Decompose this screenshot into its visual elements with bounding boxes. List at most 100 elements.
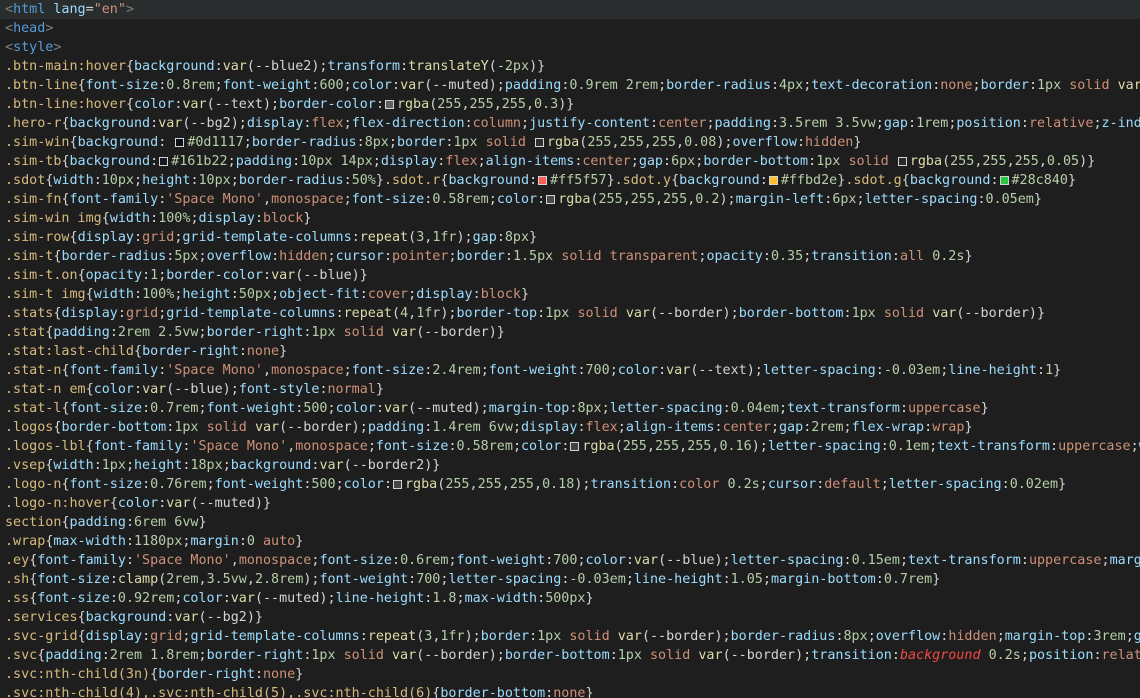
- code-token: ;: [577, 553, 586, 568]
- code-token: ;: [198, 401, 207, 416]
- code-token: .sdot.y: [614, 173, 672, 188]
- code-token: letter-spacing: [762, 363, 876, 378]
- code-token: none: [553, 686, 586, 698]
- color-swatch[interactable]: [999, 176, 1009, 185]
- code-token: line-height: [335, 591, 425, 606]
- code-token: {: [61, 477, 70, 492]
- code-token: 1fr: [432, 230, 457, 245]
- code-token: column: [472, 116, 521, 131]
- code-token: }: [853, 135, 862, 150]
- color-swatch[interactable]: [897, 157, 907, 166]
- code-token: border: [480, 629, 530, 644]
- code-token: ;: [222, 458, 231, 473]
- color-swatch[interactable]: [570, 442, 580, 451]
- code-token: ;: [327, 249, 336, 264]
- code-token: ;: [867, 629, 876, 644]
- code-line[interactable]: section{padding:6rem 6vw}: [0, 513, 1140, 532]
- code-line[interactable]: .stat:last-child{border-right:none}: [0, 342, 1140, 361]
- code-line[interactable]: .svc{padding:2rem 1.8rem;border-right:1p…: [0, 646, 1140, 665]
- code-token: #ffbd2e: [780, 173, 838, 188]
- code-line[interactable]: <head>: [0, 19, 1140, 38]
- code-token: var: [383, 401, 409, 416]
- code-token: .sdot.g: [845, 173, 902, 188]
- code-line[interactable]: .sim-t img{width:100%;height:50px;object…: [0, 285, 1140, 304]
- code-token: ;: [880, 477, 889, 492]
- code-token: background: [134, 59, 215, 74]
- color-swatch[interactable]: [546, 195, 556, 204]
- code-line[interactable]: .stat-n{font-family: 'Space Mono',monospa…: [0, 361, 1140, 380]
- code-line[interactable]: .sim-t{border-radius:5px;overflow:hidden…: [0, 247, 1140, 266]
- color-swatch[interactable]: [535, 138, 544, 147]
- code-token: :: [238, 344, 247, 359]
- code-token: :: [808, 154, 817, 169]
- code-line[interactable]: .sim-win{background: #0d1117;border-radi…: [0, 133, 1140, 152]
- code-line[interactable]: .sim-t.on{opacity:1;border-color:var(--b…: [0, 266, 1140, 285]
- color-swatch[interactable]: [159, 157, 169, 166]
- code-line[interactable]: .btn-line:hover{color: var(--text);border…: [0, 95, 1140, 114]
- color-swatch[interactable]: [384, 100, 394, 109]
- code-line[interactable]: .ey{font-family:'Space Mono',monospace;f…: [0, 551, 1140, 570]
- code-line[interactable]: .services{background:var(--bg2)}: [0, 608, 1140, 627]
- code-token: 1.05: [730, 572, 763, 587]
- color-swatch[interactable]: [538, 176, 548, 185]
- code-editor[interactable]: <html lang="en"> <head> <style> .btn-main:h…: [0, 0, 1140, 698]
- code-line[interactable]: .sh{font-size:clamp(2rem,3.5vw,2.8rem);f…: [0, 570, 1140, 589]
- code-token: {: [61, 116, 70, 131]
- code-line[interactable]: .stat-l{font-size:0.7rem;font-weight:500…: [0, 399, 1140, 418]
- code-token: background: [77, 135, 159, 150]
- code-token: 500: [303, 401, 328, 416]
- color-swatch[interactable]: [393, 480, 402, 489]
- code-token: (--text);: [690, 363, 763, 378]
- code-token: z-index: [1101, 116, 1140, 131]
- code-token: .wrap: [5, 534, 46, 549]
- code-line[interactable]: .stat-n em{color:var(--blue);font-style:…: [0, 380, 1140, 399]
- code-line[interactable]: <html lang="en">: [0, 0, 1140, 19]
- code-line[interactable]: <style>: [0, 38, 1140, 57]
- code-token: 1px: [816, 154, 841, 169]
- code-line[interactable]: .stat{padding:2rem 2.5vw;border-right:1p…: [0, 323, 1140, 342]
- code-line[interactable]: .vsep{width:1px;height:18px;background:v…: [0, 456, 1140, 475]
- code-token: none: [940, 78, 973, 93]
- code-token: {: [85, 382, 94, 397]
- code-line[interactable]: .stats{display:grid;grid-template-column…: [0, 304, 1140, 323]
- color-swatch[interactable]: [175, 138, 185, 147]
- code-token: margin-left: [735, 192, 825, 207]
- code-token: :: [351, 230, 360, 245]
- code-line[interactable]: .sim-tb{background: #161b22;padding:10px …: [0, 152, 1140, 171]
- code-line[interactable]: .wrap{max-width:1180px;margin:0 auto}: [0, 532, 1140, 551]
- code-line[interactable]: .sdot{width:10px;height:10px;border-radi…: [0, 171, 1140, 190]
- code-line[interactable]: .logos-lbl{font-family: 'Space Mono', mono…: [0, 437, 1140, 456]
- code-token: auto: [263, 534, 296, 549]
- code-line[interactable]: .logo-n:hover{color:var(--muted)}: [0, 494, 1140, 513]
- code-line[interactable]: .sim-fn{font-family:'Space Mono',monospa…: [0, 190, 1140, 209]
- code-token: :: [880, 439, 889, 454]
- code-token: block: [263, 211, 304, 226]
- code-token: #28c840: [1011, 173, 1068, 188]
- code-line[interactable]: .ss{font-size:0.92rem;color:var(--muted)…: [0, 589, 1140, 608]
- code-token: (--muted);: [254, 591, 336, 606]
- code-token: var: [271, 268, 296, 283]
- code-line[interactable]: .btn-line{font-size:0.8rem;font-weight:6…: [0, 76, 1140, 95]
- code-token: letter-spacing: [730, 553, 844, 568]
- code-line[interactable]: .svc:nth-child(4),.svc:nth-child(5),.svc…: [0, 684, 1140, 698]
- code-line[interactable]: .btn-main:hover{background:var(--blue2);…: [0, 57, 1140, 76]
- code-line[interactable]: .sim-win img{width:100%;display:block}: [0, 209, 1140, 228]
- code-line[interactable]: .logo-n{font-size:0.76rem;font-weight:50…: [0, 475, 1140, 494]
- color-swatch[interactable]: [768, 176, 778, 185]
- code-line[interactable]: .svc:nth-child(3n){border-right:none}: [0, 665, 1140, 684]
- code-token: :: [529, 629, 538, 644]
- code-token: ,: [501, 477, 510, 492]
- code-token: 255: [469, 97, 494, 112]
- code-token: 255: [509, 477, 534, 492]
- code-line[interactable]: .hero-r{background:var(--bg2);display:fl…: [0, 114, 1140, 133]
- code-line[interactable]: .sim-row{display:grid;grid-template-colu…: [0, 228, 1140, 247]
- code-token: ;: [408, 287, 417, 302]
- code-token: .stat-n em: [5, 382, 86, 397]
- code-token: ,: [263, 192, 272, 207]
- code-line[interactable]: .svc-grid{display:grid;grid-template-col…: [0, 627, 1140, 646]
- code-line[interactable]: .logos{border-bottom:1px solid var(--bor…: [0, 418, 1140, 437]
- code-token: 1: [150, 268, 159, 283]
